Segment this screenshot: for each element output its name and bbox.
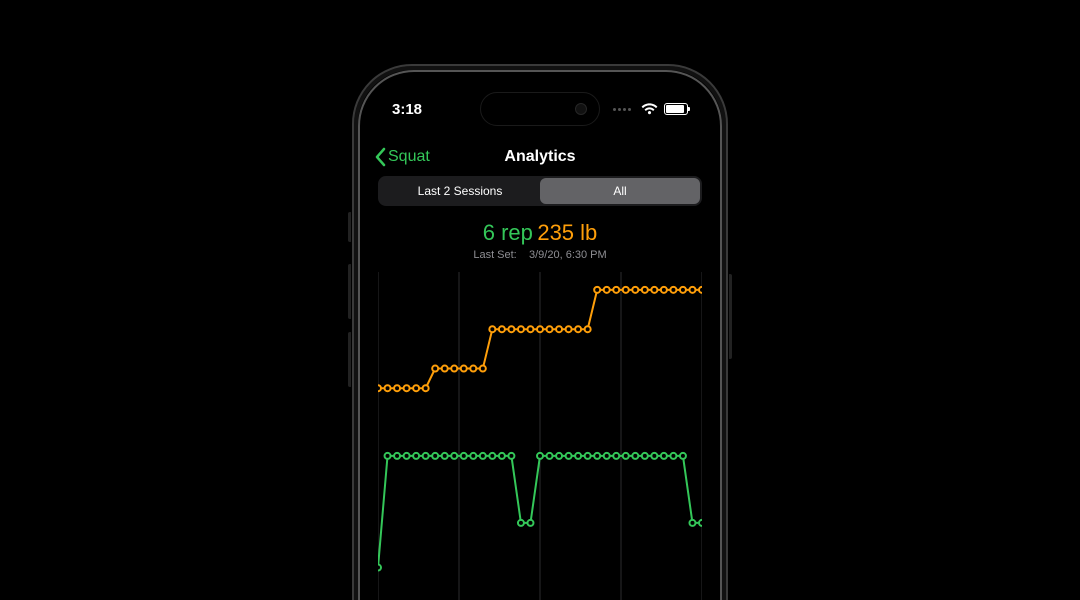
analytics-chart	[378, 272, 702, 600]
segment-all[interactable]: All	[540, 178, 700, 204]
headline-reps: 6 rep	[483, 220, 533, 245]
headline: 6 rep 235 lb Last Set: 3/9/20, 6:30 PM	[364, 220, 716, 261]
volume-down-button	[348, 332, 352, 387]
volume-up-button	[348, 264, 352, 319]
page-title: Analytics	[504, 148, 575, 166]
control-dots-icon	[613, 108, 631, 111]
nav-bar: Squat Analytics	[364, 138, 716, 176]
battery-icon	[664, 103, 688, 115]
wifi-icon	[641, 103, 658, 115]
headline-weight: 235 lb	[537, 220, 597, 245]
subhead-label: Last Set:	[473, 249, 516, 261]
power-button	[728, 274, 732, 359]
chevron-left-icon	[374, 147, 386, 167]
back-button[interactable]: Squat	[374, 147, 430, 167]
mute-switch	[348, 212, 352, 242]
screen: 3:18	[364, 76, 716, 600]
dynamic-island	[480, 92, 600, 126]
status-time: 3:18	[392, 101, 422, 118]
subhead-value: 3/9/20, 6:30 PM	[529, 249, 607, 261]
segment-last-2-sessions[interactable]: Last 2 Sessions	[380, 178, 540, 204]
phone-body: 3:18	[352, 64, 728, 600]
segmented-control[interactable]: Last 2 Sessions All	[378, 176, 702, 206]
back-label: Squat	[388, 148, 430, 166]
headline-subhead: Last Set: 3/9/20, 6:30 PM	[364, 249, 716, 261]
